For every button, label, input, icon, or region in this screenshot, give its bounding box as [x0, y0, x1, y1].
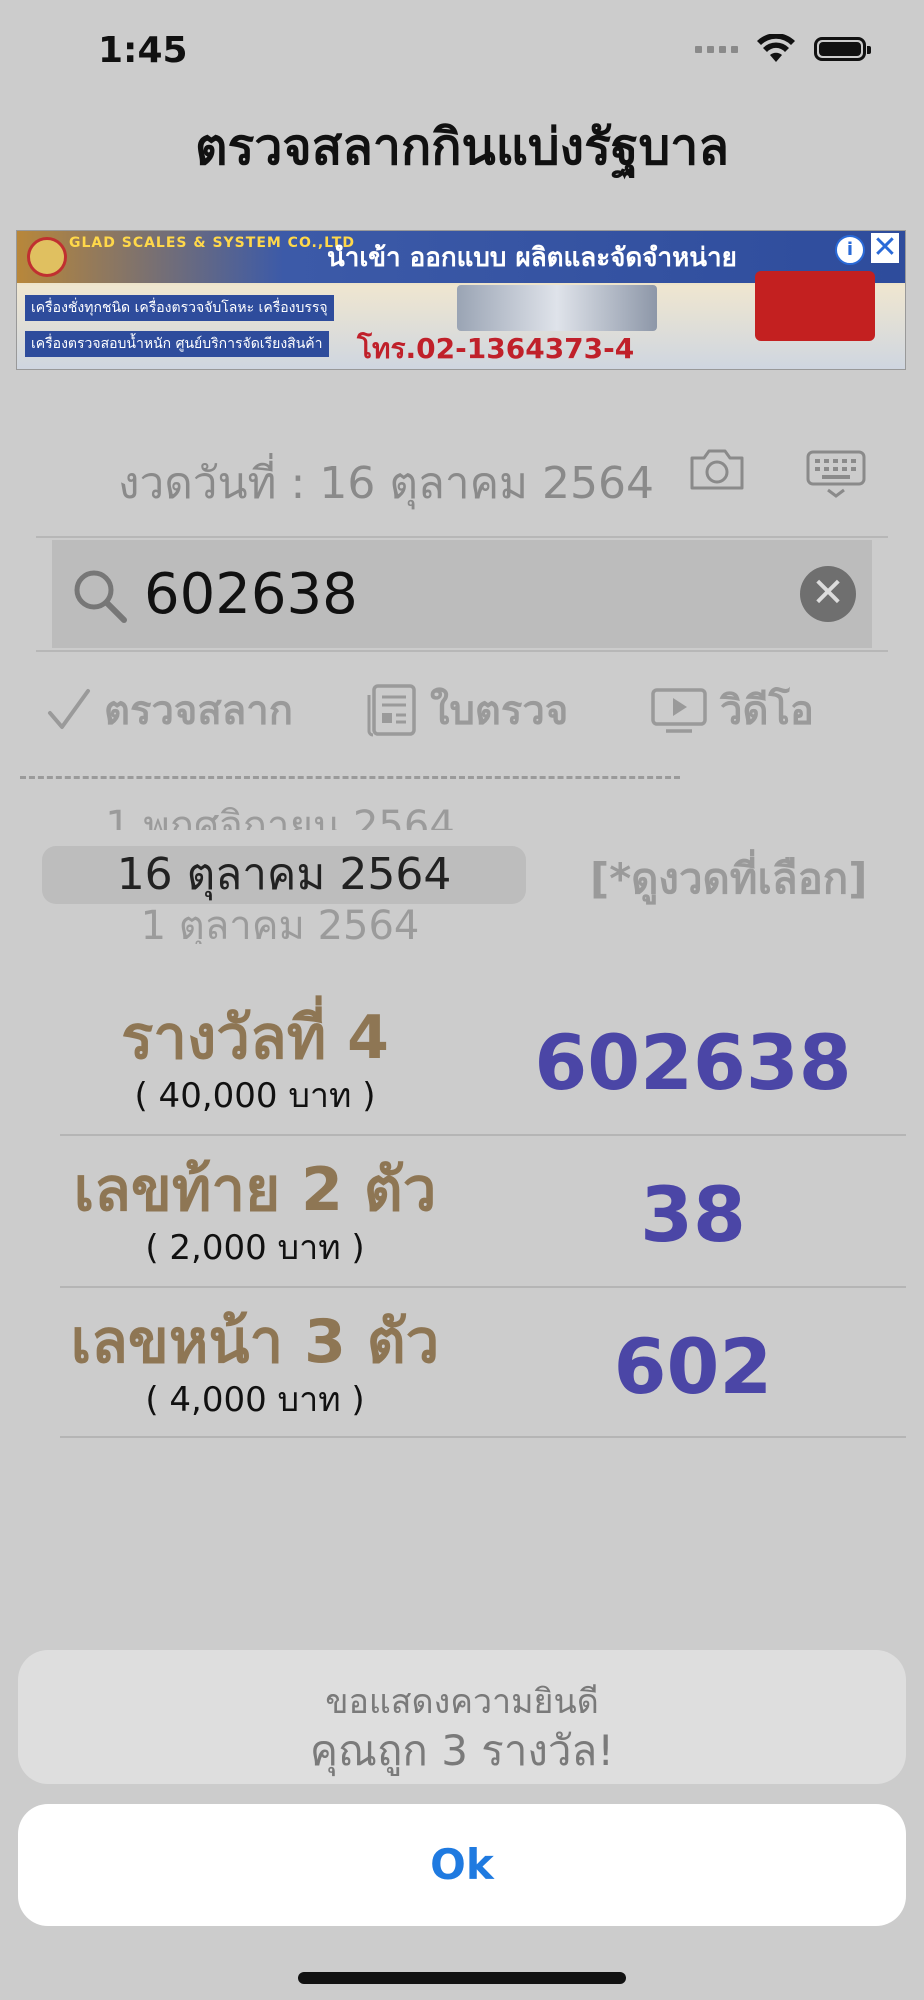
- picker-option-selected[interactable]: 16 ตุลาคม 2564: [42, 846, 526, 904]
- tab-result-sheet[interactable]: ใบตรวจ: [366, 680, 568, 740]
- search-icon: [74, 570, 127, 623]
- home-indicator: [298, 1972, 626, 1984]
- search-bar: ✕: [52, 540, 872, 648]
- tab-result-sheet-label: ใบตรวจ: [430, 688, 569, 734]
- draw-date-label: งวดวันที่ :: [118, 458, 306, 509]
- ad-headline: นำเข้า ออกแบบ ผลิตและจัดจำหน่าย: [327, 243, 737, 273]
- divider-search: [36, 650, 888, 652]
- tab-check-lottery-label: ตรวจสลาก: [104, 688, 293, 734]
- checkmark-icon: [48, 689, 90, 729]
- alert-message: คุณถูก 3 รางวัล!: [309, 1726, 615, 1775]
- prize-label: รางวัลที่ 4 ( 40,000 บาท ): [60, 1000, 450, 1116]
- tab-video[interactable]: วิดีโอ: [650, 680, 814, 740]
- prize-label: เลขท้าย 2 ตัว ( 2,000 บาท ): [60, 1152, 450, 1268]
- ad-machine-image: [457, 285, 657, 331]
- ad-line-2: เครื่องตรวจสอบน้ำหนัก ศูนย์บริการจัดเรีย…: [25, 331, 329, 357]
- ad-truck-image: [755, 271, 875, 341]
- draw-date-value: 16 ตุลาคม 2564: [319, 458, 654, 509]
- picker-option-above[interactable]: 1 พฤศจิกายน 2564: [40, 800, 520, 830]
- view-selected-draw-link[interactable]: [*ดูงวดที่เลือก]: [590, 846, 867, 912]
- ad-brand: GLAD SCALES & SYSTEM CO.,LTD: [69, 235, 355, 251]
- ad-banner[interactable]: GLAD SCALES & SYSTEM CO.,LTD นำเข้า ออกแ…: [16, 230, 906, 370]
- prize-label: เลขหน้า 3 ตัว ( 4,000 บาท ): [60, 1304, 450, 1420]
- divider-top: [36, 536, 888, 538]
- row-divider: [60, 1436, 906, 1438]
- ad-logo: [27, 237, 67, 277]
- status-icons: [695, 34, 871, 64]
- ad-close-icon[interactable]: ✕: [871, 233, 899, 263]
- row-divider: [60, 1286, 906, 1288]
- ad-line-1: เครื่องชั่งทุกชนิด เครื่องตรวจจับโลหะ เค…: [25, 295, 334, 321]
- prize-amount: ( 40,000 บาท ): [134, 1076, 376, 1116]
- ad-info-icon[interactable]: i: [835, 235, 865, 265]
- result-row: เลขท้าย 2 ตัว ( 2,000 บาท ) 38: [60, 1152, 906, 1302]
- prize-name: เลขหน้า 3 ตัว: [70, 1307, 440, 1377]
- congrats-alert: ขอแสดงความยินดี คุณถูก 3 รางวัล!: [18, 1650, 906, 1784]
- camera-icon[interactable]: [688, 446, 746, 492]
- winning-number: 38: [640, 1170, 746, 1259]
- prize-amount: ( 4,000 บาท ): [145, 1380, 365, 1420]
- search-input[interactable]: [144, 558, 824, 630]
- ad-phone: โทร.02-1364373-4: [357, 332, 635, 365]
- clear-search-button[interactable]: ✕: [800, 566, 856, 622]
- draw-date-row: งวดวันที่ : 16 ตุลาคม 2564: [118, 448, 654, 518]
- wifi-icon: [757, 34, 795, 62]
- document-icon: [367, 684, 416, 737]
- battery-icon: [814, 37, 871, 61]
- ok-button[interactable]: Ok: [18, 1804, 906, 1926]
- app-title: ตรวจสลากกินแบ่งรัฐบาล: [195, 118, 729, 176]
- prize-amount: ( 2,000 บาท ): [145, 1228, 365, 1268]
- tab-check-lottery[interactable]: ตรวจสลาก: [46, 680, 293, 740]
- winning-number: 602638: [534, 1018, 852, 1107]
- picker-option-below[interactable]: 1 ตุลาคม 2564: [40, 906, 520, 944]
- dashed-divider: [20, 776, 680, 779]
- video-icon: [651, 688, 707, 733]
- prize-name: รางวัลที่ 4: [121, 1003, 389, 1073]
- tab-video-label: วิดีโอ: [720, 688, 814, 734]
- winning-number: 602: [613, 1322, 773, 1411]
- status-time: 1:45: [98, 30, 188, 71]
- signal-icon: [695, 45, 738, 53]
- prize-name: เลขท้าย 2 ตัว: [73, 1155, 437, 1225]
- keyboard-icon[interactable]: [806, 450, 866, 498]
- result-row: เลขหน้า 3 ตัว ( 4,000 บาท ) 602: [60, 1304, 906, 1454]
- result-row: รางวัลที่ 4 ( 40,000 บาท ) 602638: [60, 1000, 906, 1150]
- row-divider: [60, 1134, 906, 1136]
